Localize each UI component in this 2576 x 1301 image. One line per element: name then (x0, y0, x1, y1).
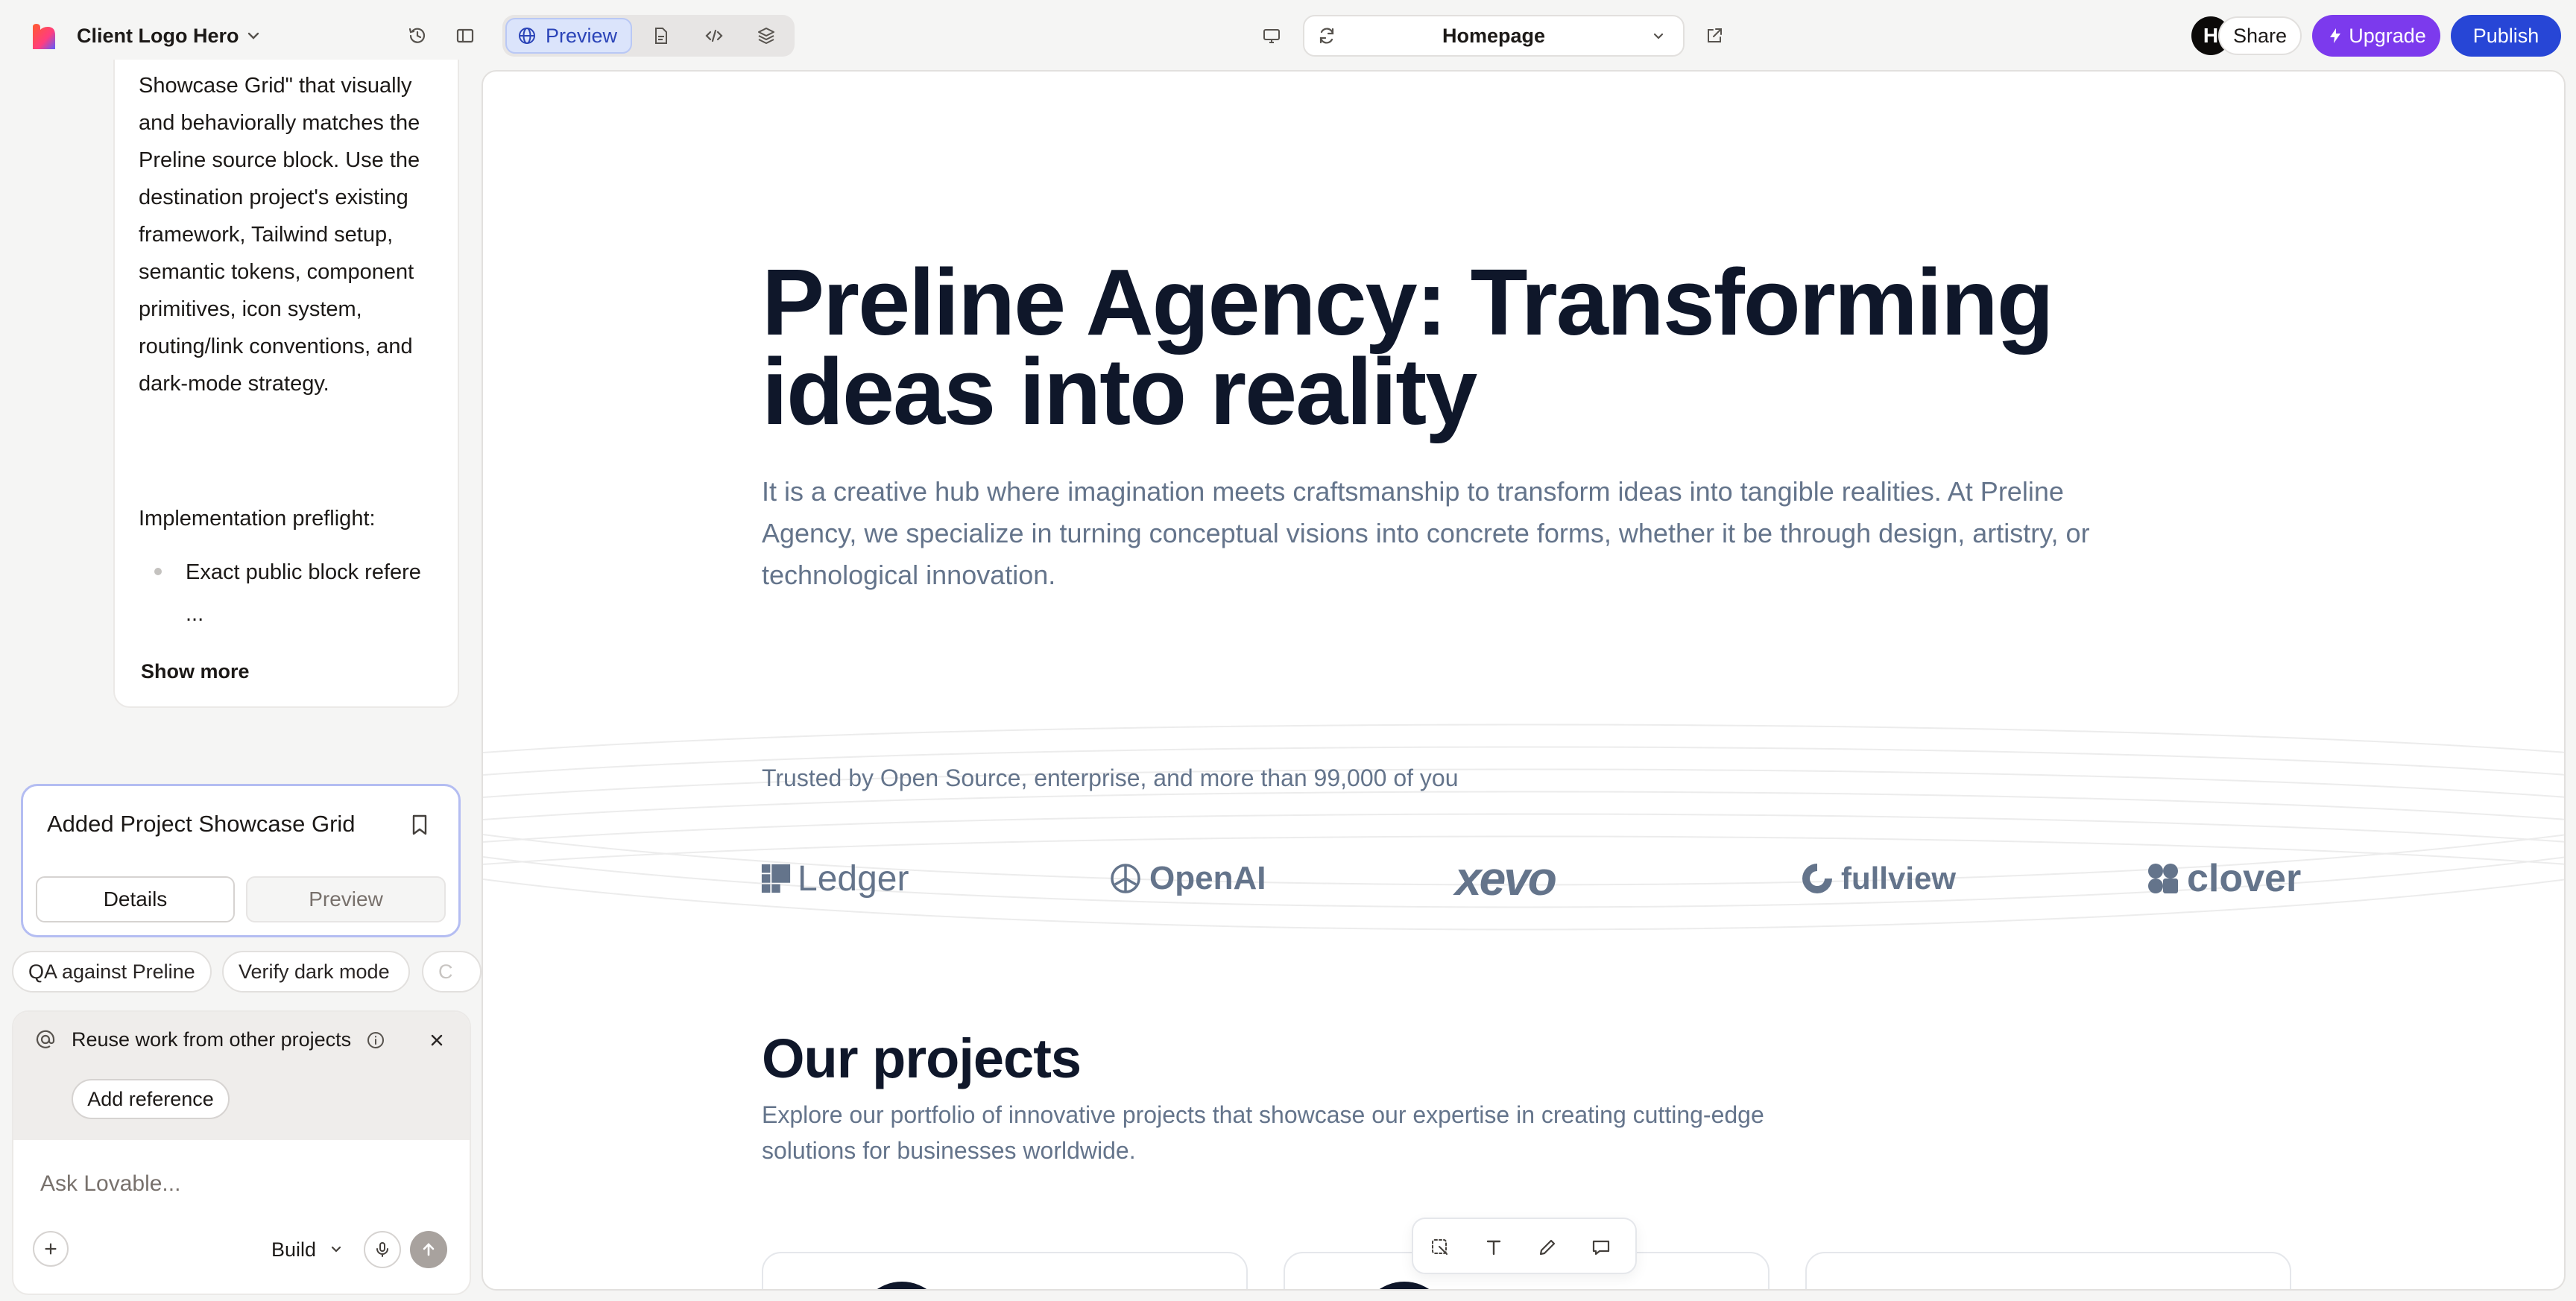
tab-preview[interactable]: Preview (246, 876, 446, 922)
project-card[interactable] (1805, 1252, 2291, 1289)
comment-icon[interactable] (1586, 1232, 1616, 1262)
upgrade-label: Upgrade (2349, 24, 2426, 47)
suggestion-chip-qa[interactable]: QA against Preline (12, 951, 212, 993)
route-label: Homepage (1442, 24, 1546, 47)
preview-frame: Preline Agency: Transforming ideas into … (482, 70, 2566, 1291)
chat-input[interactable]: Ask Lovable... (40, 1171, 180, 1197)
send-button[interactable] (410, 1231, 447, 1268)
openai-logo-icon (1111, 864, 1140, 893)
lightning-icon (2330, 28, 2341, 43)
lovable-logo-icon[interactable] (30, 22, 58, 51)
preview-tab-label: Preview (546, 24, 618, 47)
hero-description: It is a creative hub where imagination m… (762, 476, 2090, 590)
chat-subheading: Implementation preflight: (139, 507, 376, 531)
add-reference-button[interactable]: Add reference (72, 1079, 230, 1119)
mode-selector[interactable]: Build (271, 1238, 316, 1262)
change-card-title: Added Project Showcase Grid (47, 811, 356, 837)
arrow-up-icon (423, 1243, 435, 1256)
ledger-wordmark: Ledger (798, 858, 909, 899)
layers-icon[interactable] (747, 16, 786, 55)
open-external-icon[interactable] (1695, 16, 1734, 55)
ledger-logo-icon (761, 864, 791, 893)
share-button[interactable]: Share (2218, 16, 2302, 55)
hero-title: Preline Agency: Transforming ideas into … (762, 250, 2054, 444)
bookmark-icon[interactable] (404, 809, 435, 841)
history-icon[interactable] (398, 16, 437, 55)
clover-logo-icon (2148, 864, 2178, 893)
fullview-logo-icon (1802, 864, 1832, 893)
openai-wordmark: OpenAI (1149, 860, 1266, 896)
pencil-icon[interactable] (1532, 1232, 1562, 1262)
file-icon[interactable] (641, 16, 680, 55)
suggestion-chip-truncated[interactable]: C (422, 951, 482, 993)
xevo-wordmark: xevo (1455, 852, 1557, 905)
text-icon[interactable] (1479, 1232, 1509, 1262)
suggestion-chip-dark-mode[interactable]: Verify dark mode (222, 951, 410, 993)
fullview-wordmark: fullview (1841, 861, 1957, 896)
chevron-down-icon (1653, 33, 1664, 39)
at-sign-icon (36, 1030, 55, 1048)
close-icon[interactable] (426, 1030, 447, 1051)
tab-details[interactable]: Details (36, 876, 235, 922)
select-element-icon[interactable] (1425, 1232, 1455, 1262)
reference-title: Reuse work from other projects (72, 1028, 352, 1051)
chat-message-text: Showcase Grid" that visually and behavio… (139, 74, 420, 396)
chevron-down-icon[interactable] (326, 1240, 346, 1259)
code-icon[interactable] (695, 16, 733, 55)
logo-fullview: fullview (1799, 845, 1956, 912)
upgrade-button[interactable]: Upgrade (2312, 15, 2440, 57)
bullet-dot (154, 568, 162, 575)
logo-xevo: xevo (1455, 845, 1557, 912)
edit-toolbar (1412, 1218, 1637, 1274)
route-selector[interactable]: Homepage (1303, 15, 1685, 57)
logo-ledger: Ledger (760, 845, 909, 912)
chevron-down-icon[interactable] (243, 25, 264, 46)
show-more-button[interactable]: Show more (141, 660, 250, 683)
sidebar-toggle-icon[interactable] (446, 16, 484, 55)
globe-icon (519, 28, 535, 44)
plus-icon[interactable] (33, 1231, 69, 1267)
projects-heading: Our projects (762, 1028, 1082, 1089)
projects-description: Explore our portfolio of innovative proj… (762, 1101, 1764, 1164)
publish-button[interactable]: Publish (2451, 15, 2561, 57)
project-title[interactable]: Client Logo Hero (77, 21, 239, 51)
microphone-icon[interactable] (364, 1231, 401, 1268)
logo-openai: OpenAI (1108, 845, 1266, 912)
trusted-by-text: Trusted by Open Source, enterprise, and … (762, 765, 1459, 791)
preview-tab[interactable]: Preview (505, 18, 632, 54)
info-icon[interactable] (365, 1030, 386, 1051)
desktop-icon[interactable] (1252, 16, 1291, 55)
chat-bullet-item: Exact public block refere ... (186, 560, 421, 626)
project-card[interactable] (762, 1252, 1248, 1289)
logo-clover: clover (2145, 845, 2301, 912)
clover-wordmark: clover (2187, 857, 2302, 900)
